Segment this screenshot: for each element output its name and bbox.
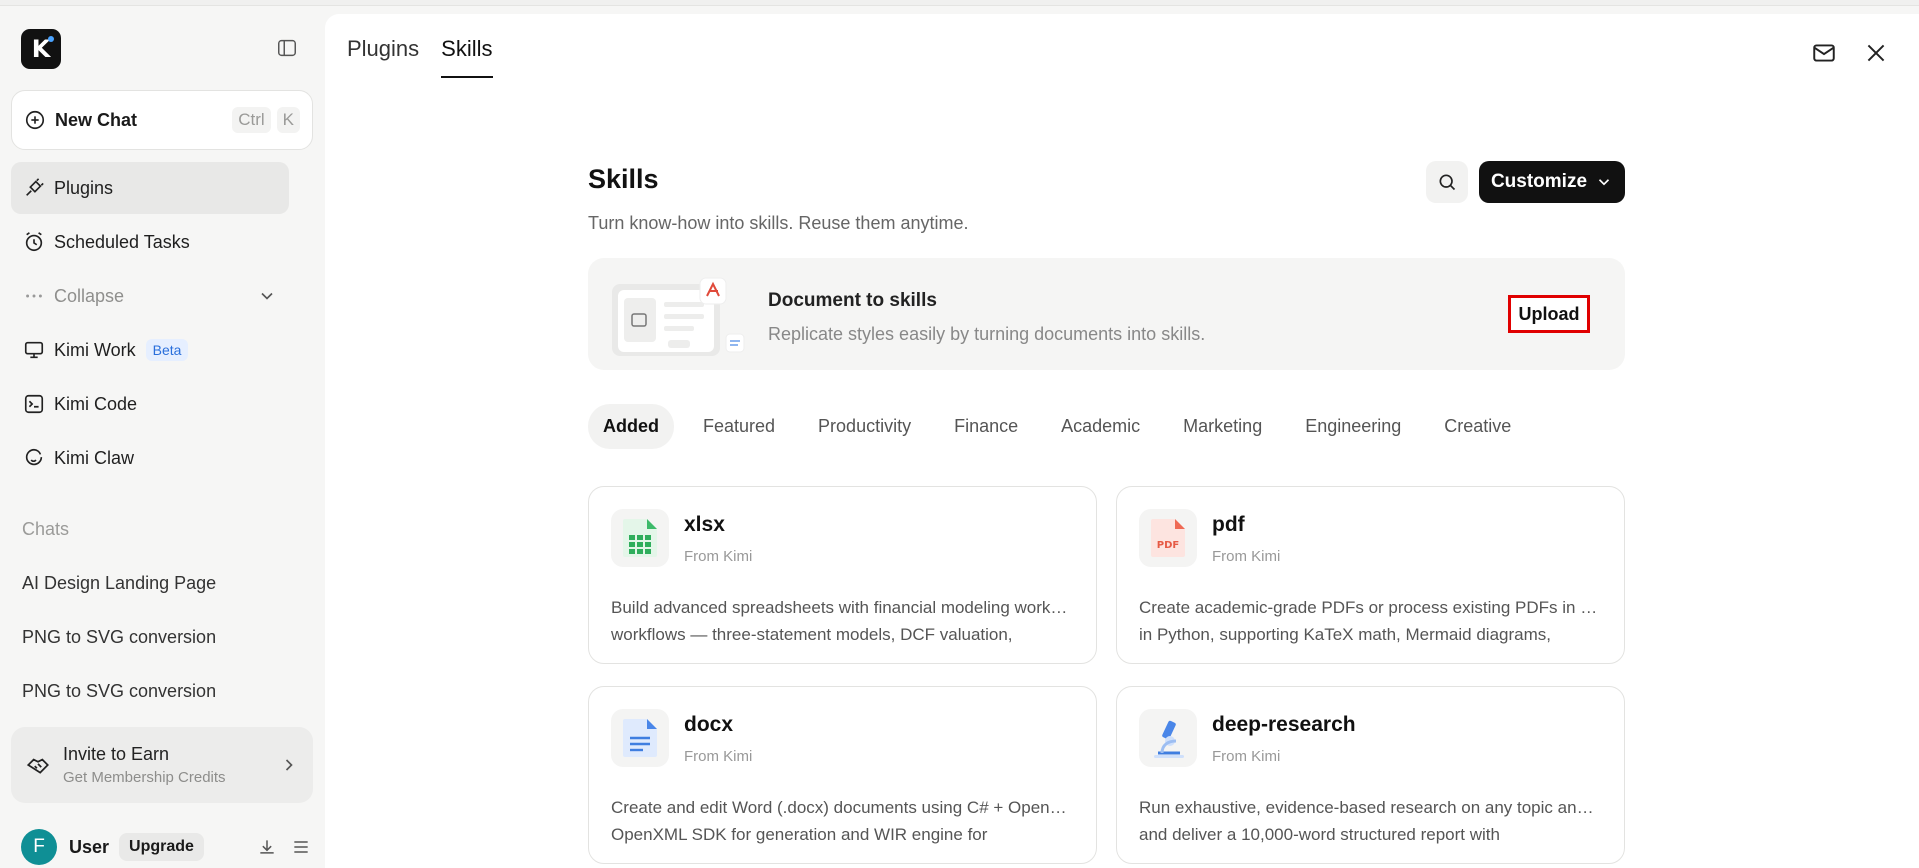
chat-item[interactable]: PNG to SVG conversion <box>22 681 216 702</box>
tab-plugins[interactable]: Plugins <box>347 36 419 78</box>
tab-featured[interactable]: Featured <box>689 404 789 449</box>
invite-to-earn-button[interactable]: Invite to Earn Get Membership Credits <box>11 727 313 803</box>
chevron-down-icon <box>1598 179 1610 186</box>
search-button[interactable] <box>1426 161 1468 203</box>
download-icon[interactable] <box>257 837 277 857</box>
beta-badge: Beta <box>145 339 189 361</box>
skill-name: docx <box>684 713 734 736</box>
new-chat-label: New Chat <box>55 109 138 130</box>
chevron-right-icon <box>285 759 293 771</box>
user-name[interactable]: User <box>69 837 109 858</box>
upload-button[interactable]: Upload <box>1508 295 1590 333</box>
invite-subtitle: Get Membership Credits <box>63 769 226 786</box>
close-icon[interactable] <box>1863 40 1889 66</box>
sidebar-item-label: Scheduled Tasks <box>54 231 190 252</box>
skill-description-line: OpenXML SDK for generation and WIR engin… <box>611 825 988 844</box>
avatar[interactable]: F <box>21 829 57 865</box>
document-to-skills-banner: Document to skills Replicate styles easi… <box>588 258 1625 370</box>
tab-engineering[interactable]: Engineering <box>1291 404 1415 449</box>
skill-source: From Kimi <box>1212 548 1281 565</box>
sidebar-item-plugins[interactable]: Plugins <box>11 162 289 214</box>
skill-card-docx[interactable]: docx From Kimi Create and edit Word (.do… <box>588 686 1097 864</box>
chevron-down-icon <box>261 292 273 300</box>
document-icon <box>611 709 669 767</box>
skill-description: Create and edit Word (.docx) documents u… <box>611 794 1071 848</box>
skill-name: pdf <box>1212 513 1245 536</box>
skill-description: Run exhaustive, evidence-based research … <box>1139 794 1599 848</box>
menu-icon[interactable] <box>291 837 311 857</box>
pdf-icon: PDF <box>1139 509 1197 567</box>
upgrade-button[interactable]: Upgrade <box>119 833 204 861</box>
tab-skills[interactable]: Skills <box>441 36 493 78</box>
skill-description-line: and deliver a 10,000-word structured rep… <box>1139 825 1500 844</box>
skill-source: From Kimi <box>1212 748 1281 765</box>
plug-icon <box>26 178 44 196</box>
skill-source: From Kimi <box>684 748 753 765</box>
alarm-clock-icon <box>25 232 43 252</box>
shortcut-k: K <box>276 107 300 133</box>
plus-circle-icon <box>25 110 45 130</box>
top-tabs: Plugins Skills <box>347 36 493 78</box>
invite-title: Invite to Earn <box>63 744 170 764</box>
skill-description: Create academic-grade PDFs or process ex… <box>1139 594 1599 648</box>
skill-description-line: Run exhaustive, evidence-based research … <box>1139 798 1599 817</box>
more-dots-icon <box>26 294 42 298</box>
customize-label: Customize <box>1490 171 1588 192</box>
sidebar-item-collapse[interactable]: Collapse <box>11 270 289 322</box>
sidebar-toggle-icon[interactable] <box>276 37 298 59</box>
shortcut-ctrl: Ctrl <box>232 107 271 133</box>
tab-creative[interactable]: Creative <box>1430 404 1525 449</box>
skill-source: From Kimi <box>684 548 753 565</box>
spreadsheet-icon <box>611 509 669 567</box>
tab-added[interactable]: Added <box>588 404 674 449</box>
chat-item[interactable]: PNG to SVG conversion <box>22 627 216 648</box>
skill-card-xlsx[interactable]: xlsx From Kimi Build advanced spreadshee… <box>588 486 1097 664</box>
banner-title: Document to skills <box>768 290 937 311</box>
sidebar-item-label: Kimi Claw <box>54 447 135 468</box>
skill-description-line: Create academic-grade PDFs or process ex… <box>1139 598 1599 617</box>
skill-card-pdf[interactable]: PDF pdf From Kimi Create academic-grade … <box>1116 486 1625 664</box>
tab-marketing[interactable]: Marketing <box>1169 404 1276 449</box>
terminal-icon <box>24 394 44 414</box>
chats-section-label: Chats <box>22 519 70 539</box>
sidebar-item-kimi-code[interactable]: Kimi Code <box>11 378 289 430</box>
skill-description: Build advanced spreadsheets with financi… <box>611 594 1071 648</box>
monitor-icon <box>24 341 44 359</box>
sidebar-item-label: Collapse <box>54 285 125 306</box>
customize-button[interactable]: Customize <box>1479 161 1625 203</box>
tab-finance[interactable]: Finance <box>940 404 1032 449</box>
user-row: F User Upgrade <box>21 828 311 866</box>
skill-description-line: Build advanced spreadsheets with financi… <box>611 598 1071 617</box>
svg-text:PDF: PDF <box>1157 540 1179 551</box>
skill-name: xlsx <box>684 513 725 536</box>
sidebar-item-label: Plugins <box>54 177 114 198</box>
sidebar-item-label: Kimi Work <box>54 339 136 360</box>
kimi-logo[interactable]: K <box>21 29 61 69</box>
skill-description-line: workflows — three-statement models, DCF … <box>611 625 1013 644</box>
document-illustration-icon <box>610 276 750 356</box>
microscope-icon <box>1139 709 1197 767</box>
skill-description-line: Create and edit Word (.docx) documents u… <box>611 798 1071 817</box>
sidebar-item-label: Kimi Code <box>54 393 138 414</box>
new-chat-button[interactable]: New Chat Ctrl K <box>11 90 313 150</box>
skill-card-deep-research[interactable]: deep-research From Kimi Run exhaustive, … <box>1116 686 1625 864</box>
skill-name: deep-research <box>1212 713 1356 736</box>
handshake-icon <box>26 758 49 774</box>
category-tabs: Added Featured Productivity Finance Acad… <box>588 404 1540 449</box>
sidebar-item-scheduled-tasks[interactable]: Scheduled Tasks <box>11 216 289 268</box>
page-title: Skills <box>588 164 659 194</box>
claw-icon <box>25 448 43 466</box>
skill-description-line: in Python, supporting KaTeX math, Mermai… <box>1139 625 1551 644</box>
main-panel: Plugins Skills Skills Turn know-how into… <box>325 14 1919 868</box>
sidebar: K New Chat Ctrl K Plugins Scheduled Task… <box>0 6 324 868</box>
search-icon <box>1439 174 1456 191</box>
chat-item[interactable]: AI Design Landing Page <box>22 573 216 594</box>
sidebar-item-kimi-work[interactable]: Kimi Work Beta <box>11 324 289 376</box>
tab-academic[interactable]: Academic <box>1047 404 1154 449</box>
sidebar-item-kimi-claw[interactable]: Kimi Claw <box>11 432 289 484</box>
tab-productivity[interactable]: Productivity <box>804 404 925 449</box>
page-subtitle: Turn know-how into skills. Reuse them an… <box>588 213 969 233</box>
mail-icon[interactable] <box>1811 40 1837 66</box>
banner-subtitle: Replicate styles easily by turning docum… <box>768 324 1206 344</box>
